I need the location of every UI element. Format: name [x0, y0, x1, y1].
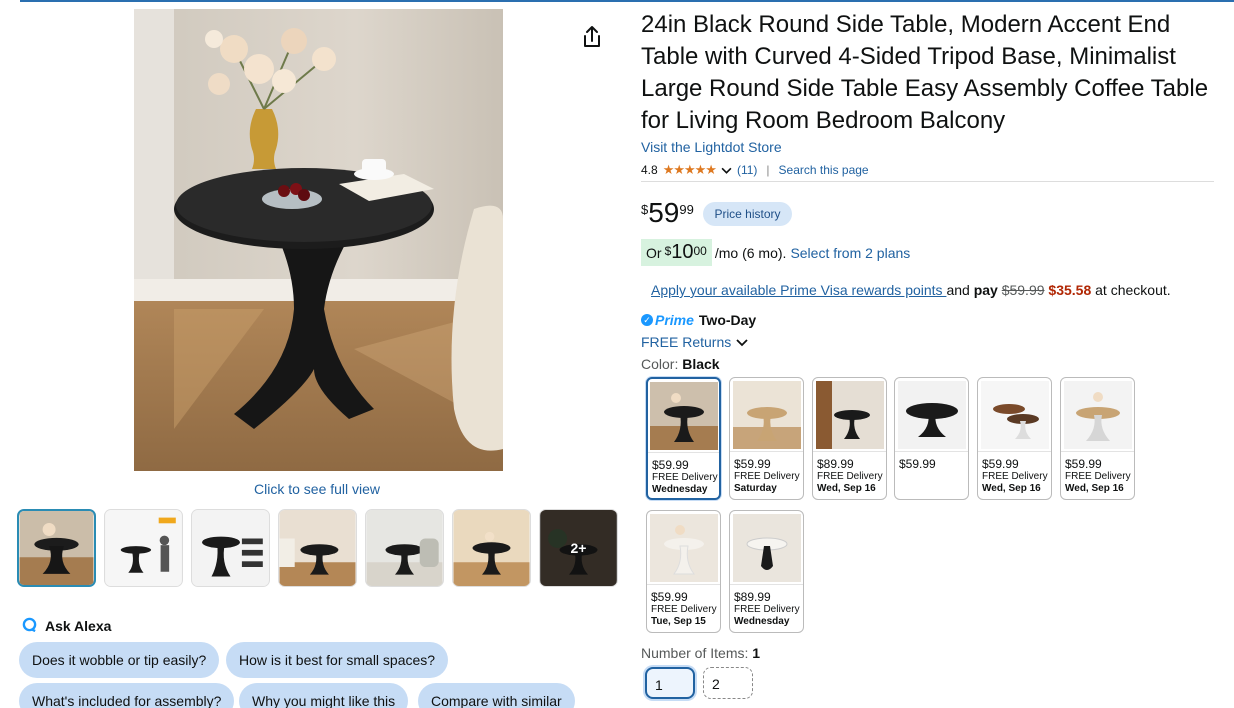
- swatch-image: [895, 378, 968, 452]
- swatch-image: [730, 378, 803, 452]
- swatch-image: [647, 511, 720, 585]
- alexa-icon: [22, 617, 37, 635]
- swatch-delivery: FREE Delivery Wed, Sep 16: [817, 471, 883, 494]
- alexa-chip[interactable]: How is it best for small spaces?: [226, 642, 449, 678]
- quantity-option-2[interactable]: 2: [703, 667, 753, 699]
- top-border: [20, 0, 1234, 2]
- items-label-prefix: Number of Items:: [641, 645, 753, 661]
- free-returns-link[interactable]: FREE Returns: [641, 334, 748, 350]
- chevron-down-icon: [736, 334, 748, 350]
- thumbnail-3[interactable]: [191, 509, 270, 587]
- swatch-price: $59.99: [1065, 457, 1102, 471]
- visa-rewards-line: Apply your available Prime Visa rewards …: [651, 282, 1171, 298]
- swatch-image: [1061, 378, 1134, 452]
- color-value: Black: [682, 356, 720, 372]
- swatch-price: $59.99: [982, 457, 1019, 471]
- price-history-button[interactable]: Price history: [703, 202, 792, 226]
- swatch-image: [813, 378, 886, 452]
- monthly-price-badge: Or $ 10 00: [641, 239, 712, 266]
- select-plans-link[interactable]: Select from 2 plans: [790, 245, 910, 261]
- monthly-fraction: 00: [693, 244, 707, 258]
- swatch-delivery: FREE Delivery Wednesday: [652, 472, 718, 495]
- product-photo: [134, 9, 503, 471]
- swatch-delivery: FREE Delivery Wed, Sep 16: [1065, 471, 1131, 494]
- visa-old-price: $59.99: [1001, 282, 1045, 298]
- swatch-delivery: FREE Delivery Saturday: [734, 471, 800, 494]
- search-page-link[interactable]: Search this page: [779, 163, 869, 177]
- visa-suffix: at checkout.: [1091, 282, 1171, 298]
- more-images-label: 2+: [540, 510, 617, 586]
- alexa-chip[interactable]: Does it wobble or tip easily?: [19, 642, 220, 678]
- color-swatch[interactable]: $59.99 FREE Delivery Tue, Sep 15: [646, 510, 721, 633]
- alexa-chip[interactable]: What's included for assembly?: [19, 683, 235, 708]
- price-fraction: 99: [679, 202, 694, 217]
- share-icon[interactable]: [580, 24, 604, 50]
- review-count-link[interactable]: (11): [737, 163, 757, 177]
- visa-rewards-link[interactable]: Apply your available Prime Visa rewards …: [651, 282, 946, 298]
- swatch-price: $59.99: [652, 458, 689, 472]
- color-swatch[interactable]: $59.99 FREE Delivery Wed, Sep 16: [977, 377, 1052, 500]
- number-of-items-label: Number of Items: 1: [641, 645, 760, 661]
- store-link[interactable]: Visit the Lightdot Store: [641, 139, 782, 155]
- prime-delivery: ✓ Prime Two-Day: [641, 312, 756, 328]
- thumbnail-4[interactable]: [278, 509, 357, 587]
- product-title: 24in Black Round Side Table, Modern Acce…: [641, 11, 1209, 134]
- prime-label: Prime: [655, 312, 694, 328]
- thumbnail-7[interactable]: 2+: [539, 509, 618, 587]
- swatch-image: [978, 378, 1051, 452]
- swatch-price: $59.99: [651, 590, 688, 604]
- color-swatch[interactable]: $59.99: [894, 377, 969, 500]
- monthly-whole: 10: [671, 241, 694, 263]
- alexa-chip[interactable]: Compare with similar: [418, 683, 575, 708]
- color-label: Color: Black: [641, 356, 720, 372]
- chevron-down-icon[interactable]: [721, 163, 732, 177]
- swatch-price: $89.99: [734, 590, 771, 604]
- quantity-option-1[interactable]: 1: [645, 667, 695, 699]
- thumbnail-strip: 2+: [17, 509, 618, 587]
- thumbnail-1[interactable]: [17, 509, 96, 587]
- items-value: 1: [752, 645, 761, 661]
- thumbnail-5[interactable]: [365, 509, 444, 587]
- monthly-suffix: /mo (6 mo).: [714, 244, 787, 261]
- check-icon: ✓: [641, 314, 653, 326]
- color-swatch[interactable]: $59.99 FREE Delivery Saturday: [729, 377, 804, 500]
- swatch-price: $89.99: [817, 457, 854, 471]
- visa-and: and: [946, 282, 974, 298]
- visa-pay: pay: [973, 282, 998, 298]
- free-returns-label: FREE Returns: [641, 334, 732, 350]
- divider: [641, 181, 1214, 182]
- star-rating-icon[interactable]: ★★★★★: [663, 162, 717, 178]
- prime-speed: Two-Day: [698, 312, 757, 328]
- color-label-prefix: Color:: [641, 356, 683, 372]
- visa-new-price: $35.58: [1048, 282, 1092, 298]
- monthly-prefix: Or: [646, 245, 662, 261]
- rating-row: 4.8 ★★★★★ (11) | Search this page: [641, 162, 869, 178]
- swatch-price: $59.99: [899, 457, 936, 471]
- color-swatch[interactable]: $89.99 FREE Delivery Wed, Sep 16: [812, 377, 887, 500]
- monthly-symbol: $: [664, 244, 672, 258]
- ask-alexa-header: Ask Alexa: [22, 617, 111, 635]
- monthly-payment: Or $ 10 00 /mo (6 mo). Select from 2 pla…: [641, 239, 910, 266]
- swatch-image: [648, 379, 719, 453]
- prime-logo: ✓ Prime: [641, 312, 694, 328]
- color-swatch[interactable]: $59.99 FREE Delivery Wed, Sep 16: [1060, 377, 1135, 500]
- swatch-delivery: FREE Delivery Wednesday: [734, 604, 800, 627]
- full-view-link[interactable]: Click to see full view: [254, 481, 380, 497]
- color-swatch[interactable]: $59.99 FREE Delivery Wednesday: [646, 377, 721, 500]
- alexa-chip[interactable]: Why you might like this: [239, 683, 409, 708]
- swatch-delivery: FREE Delivery Tue, Sep 15: [651, 604, 717, 627]
- price: $ 59 99: [641, 198, 694, 228]
- divider: |: [766, 163, 770, 177]
- price-whole: 59: [648, 197, 680, 228]
- swatch-price: $59.99: [734, 457, 771, 471]
- ask-alexa-label: Ask Alexa: [45, 618, 112, 634]
- swatch-image: [730, 511, 803, 585]
- main-product-image[interactable]: [134, 9, 503, 471]
- rating-value: 4.8: [641, 163, 658, 177]
- swatch-delivery: FREE Delivery Wed, Sep 16: [982, 471, 1048, 494]
- thumbnail-6[interactable]: [452, 509, 531, 587]
- thumbnail-2[interactable]: [104, 509, 183, 587]
- price-symbol: $: [641, 202, 649, 217]
- color-swatch[interactable]: $89.99 FREE Delivery Wednesday: [729, 510, 804, 633]
